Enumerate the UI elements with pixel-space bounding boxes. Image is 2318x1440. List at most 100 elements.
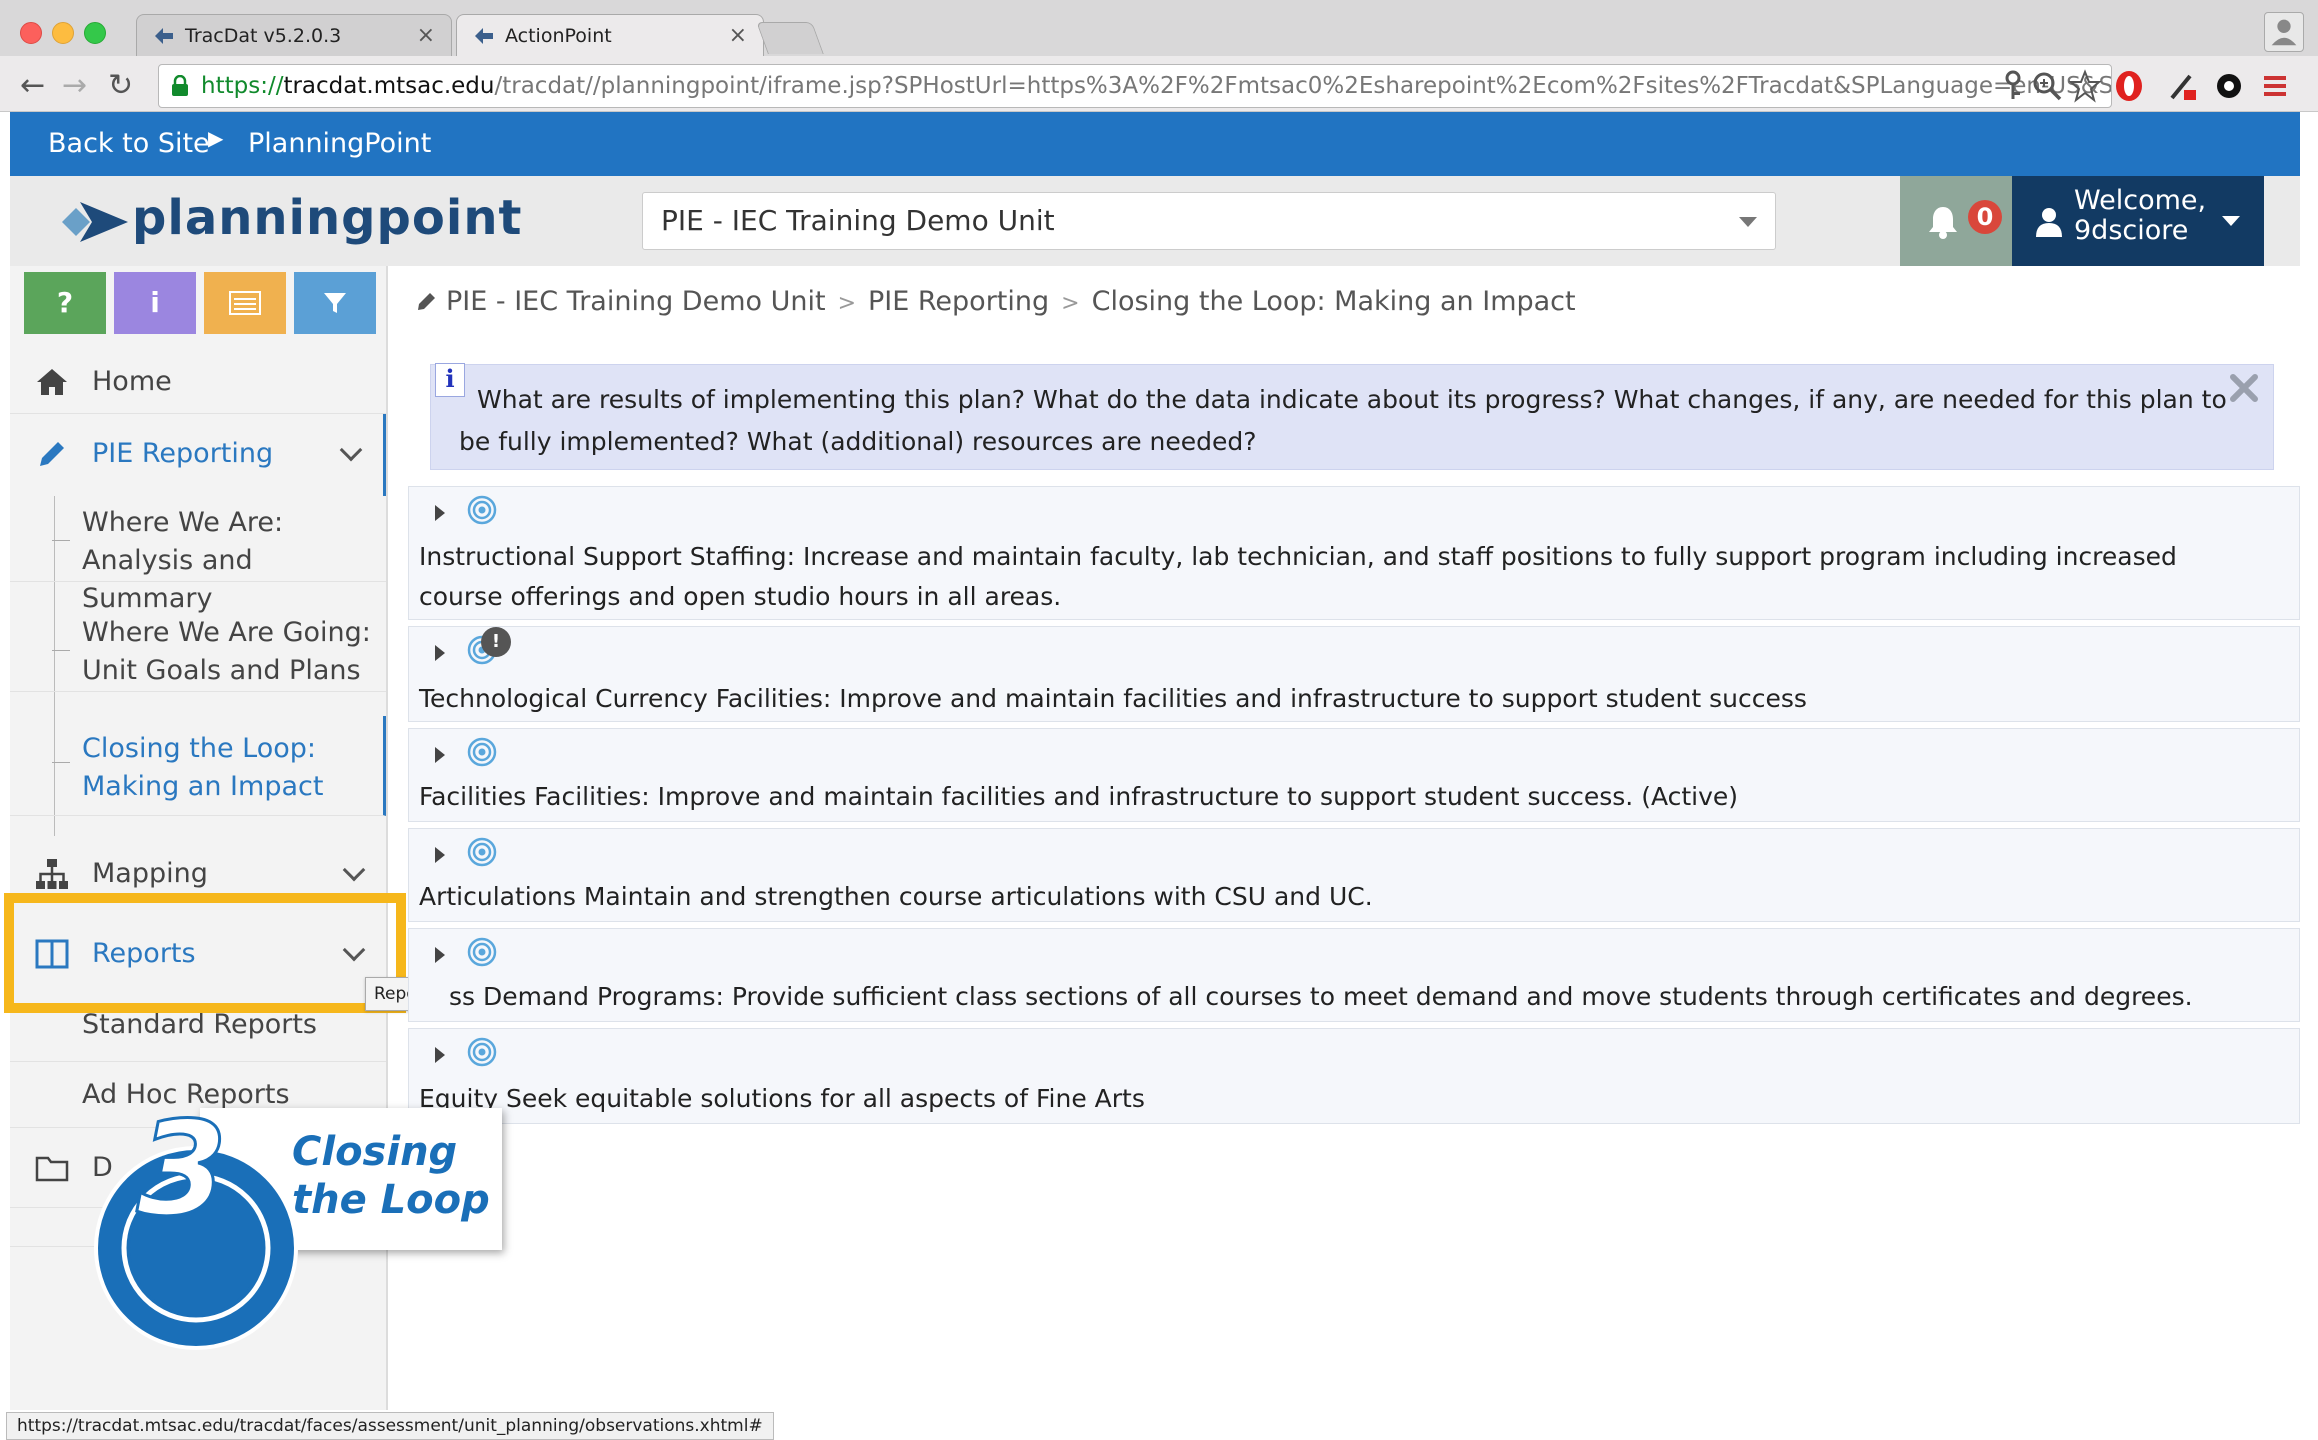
list-button[interactable] (204, 272, 286, 334)
welcome-text: Welcome, 9dsciore (2074, 186, 2206, 246)
tab-tracdat[interactable]: TracDat v5.2.0.3 × (136, 14, 452, 56)
forward-arrow-icon[interactable]: → (62, 68, 87, 104)
plan-row[interactable]: Facilities Facilities: Improve and maint… (408, 728, 2300, 822)
menu-icon[interactable] (2258, 68, 2292, 104)
bell-icon (1929, 207, 1957, 239)
target-icon (467, 737, 497, 767)
tree-connector (52, 650, 70, 651)
unit-select[interactable]: PIE - IEC Training Demo Unit (642, 192, 1776, 250)
welcome-line: Welcome, (2074, 185, 2207, 216)
close-window-button[interactable] (20, 22, 42, 44)
sidebar-subitem-closing-loop[interactable]: Closing the Loop: Making an Impact (10, 716, 386, 816)
help-button[interactable]: ? (24, 272, 106, 334)
url-scheme: https:// (201, 73, 284, 99)
chevron-down-icon (2222, 216, 2240, 226)
breadcrumb-section[interactable]: PIE Reporting (868, 286, 1049, 317)
tab-actionpoint[interactable]: ActionPoint × (456, 14, 764, 56)
sidebar-subitem-label: Where We Are: Analysis and Summary (82, 507, 284, 614)
url-path: /tracdat//planningpoint/iframe.jsp?SPHos… (494, 73, 2112, 99)
expand-arrow-icon[interactable] (435, 747, 445, 763)
sidebar-item-label: Home (92, 366, 172, 397)
user-icon (2036, 208, 2062, 237)
chevron-down-icon (1739, 217, 1757, 227)
expand-arrow-icon[interactable] (435, 1047, 445, 1063)
plan-text: Technological Currency Facilities: Impro… (419, 684, 1807, 713)
plan-text: Instructional Support Staffing: Increase… (419, 542, 2177, 611)
new-tab-button[interactable] (756, 22, 824, 54)
expand-arrow-icon[interactable] (435, 847, 445, 863)
username: 9dsciore (2074, 215, 2189, 246)
plan-row[interactable]: Articulations Maintain and strengthen co… (408, 828, 2300, 922)
expand-arrow-icon[interactable] (435, 505, 445, 521)
planningpoint-logo-icon[interactable] (58, 194, 138, 250)
profile-button[interactable] (2264, 12, 2304, 52)
info-button[interactable]: i (114, 272, 196, 334)
reports-highlight-box (4, 893, 406, 1013)
maximize-window-button[interactable] (84, 22, 106, 44)
close-icon[interactable] (2227, 371, 2261, 405)
close-tab-icon[interactable]: × (417, 23, 435, 48)
sitemap-icon (36, 859, 68, 889)
plan-row[interactable]: ss Demand Programs: Provide sufficient c… (408, 928, 2300, 1022)
reload-icon[interactable]: ↻ (108, 68, 133, 104)
plan-text: Facilities Facilities: Improve and maint… (419, 782, 1739, 811)
settings-icon[interactable] (2212, 68, 2246, 104)
sidebar-subitem-analysis[interactable]: Where We Are: Analysis and Summary (10, 498, 386, 614)
step-number: 3 (137, 1102, 227, 1245)
opera-icon[interactable] (2112, 68, 2146, 104)
chevron-down-icon (339, 438, 363, 462)
chevron-right-icon: > (1061, 291, 1080, 316)
user-menu[interactable]: Welcome, 9dsciore (2012, 176, 2264, 266)
current-app-label: PlanningPoint (248, 128, 432, 159)
eyedropper-icon[interactable] (2166, 68, 2200, 104)
target-icon (467, 837, 497, 867)
back-to-site-link[interactable]: Back to Site (48, 128, 210, 159)
folder-icon (35, 1156, 69, 1182)
key-icon[interactable] (1996, 68, 2030, 104)
zoom-icon[interactable] (2030, 68, 2064, 104)
star-icon[interactable] (2068, 68, 2102, 104)
sidebar-item-label: Mapping (92, 858, 208, 889)
alert-badge: ! (481, 627, 511, 657)
target-icon (467, 1037, 497, 1067)
address-bar[interactable]: https://tracdat.mtsac.edu/tracdat//plann… (158, 64, 2112, 108)
filter-icon (324, 293, 346, 313)
actionpoint-favicon-icon (475, 28, 493, 44)
back-arrow-icon[interactable]: ← (20, 68, 45, 104)
expand-arrow-icon[interactable] (435, 645, 445, 661)
home-icon (37, 369, 67, 395)
status-bar-url: https://tracdat.mtsac.edu/tracdat/faces/… (6, 1412, 774, 1440)
site-bar: Back to Site ▶ PlanningPoint (10, 112, 2300, 176)
logo-text[interactable]: planningpoint (132, 190, 522, 246)
lock-icon (172, 75, 188, 96)
chevron-down-icon (342, 858, 366, 882)
filter-button[interactable] (294, 272, 376, 334)
app-header: planningpoint PIE - IEC Training Demo Un… (10, 176, 2300, 266)
tracdat-favicon-icon (155, 28, 173, 44)
tab-strip: TracDat v5.2.0.3 × ActionPoint × (0, 0, 2318, 56)
list-icon (229, 291, 261, 315)
breadcrumb: PIE - IEC Training Demo Unit > PIE Reporti… (416, 286, 1576, 317)
minimize-window-button[interactable] (52, 22, 74, 44)
expand-arrow-icon[interactable] (435, 947, 445, 963)
plan-row[interactable]: Equity Seek equitable solutions for all … (408, 1028, 2300, 1124)
plan-row[interactable]: ! Technological Currency Facilities: Imp… (408, 626, 2300, 722)
breadcrumb-page: Closing the Loop: Making an Impact (1091, 286, 1576, 317)
chevron-right-icon: > (837, 291, 856, 316)
person-icon (2271, 19, 2297, 46)
tab-title: TracDat v5.2.0.3 (185, 25, 342, 47)
sidebar-subitem-goals[interactable]: Where We Are Going: Unit Goals and Plans (10, 608, 386, 692)
tree-connector (52, 762, 70, 763)
plan-text: ss Demand Programs: Provide sufficient c… (449, 982, 2193, 1011)
sidebar-item-home[interactable]: Home (10, 352, 386, 414)
unit-select-value: PIE - IEC Training Demo Unit (661, 204, 1055, 237)
info-text: What are results of implementing this pl… (459, 385, 2227, 456)
plan-text: Articulations Maintain and strengthen co… (419, 882, 1373, 911)
notifications-button[interactable]: 0 (1900, 176, 2012, 266)
sidebar-item-pie-reporting[interactable]: PIE Reporting (10, 414, 386, 496)
pencil-icon (40, 442, 64, 466)
breadcrumb-unit[interactable]: PIE - IEC Training Demo Unit (446, 286, 826, 317)
close-tab-icon[interactable]: × (729, 23, 747, 48)
notification-count-badge: 0 (1968, 200, 2002, 234)
plan-row[interactable]: Instructional Support Staffing: Increase… (408, 486, 2300, 620)
